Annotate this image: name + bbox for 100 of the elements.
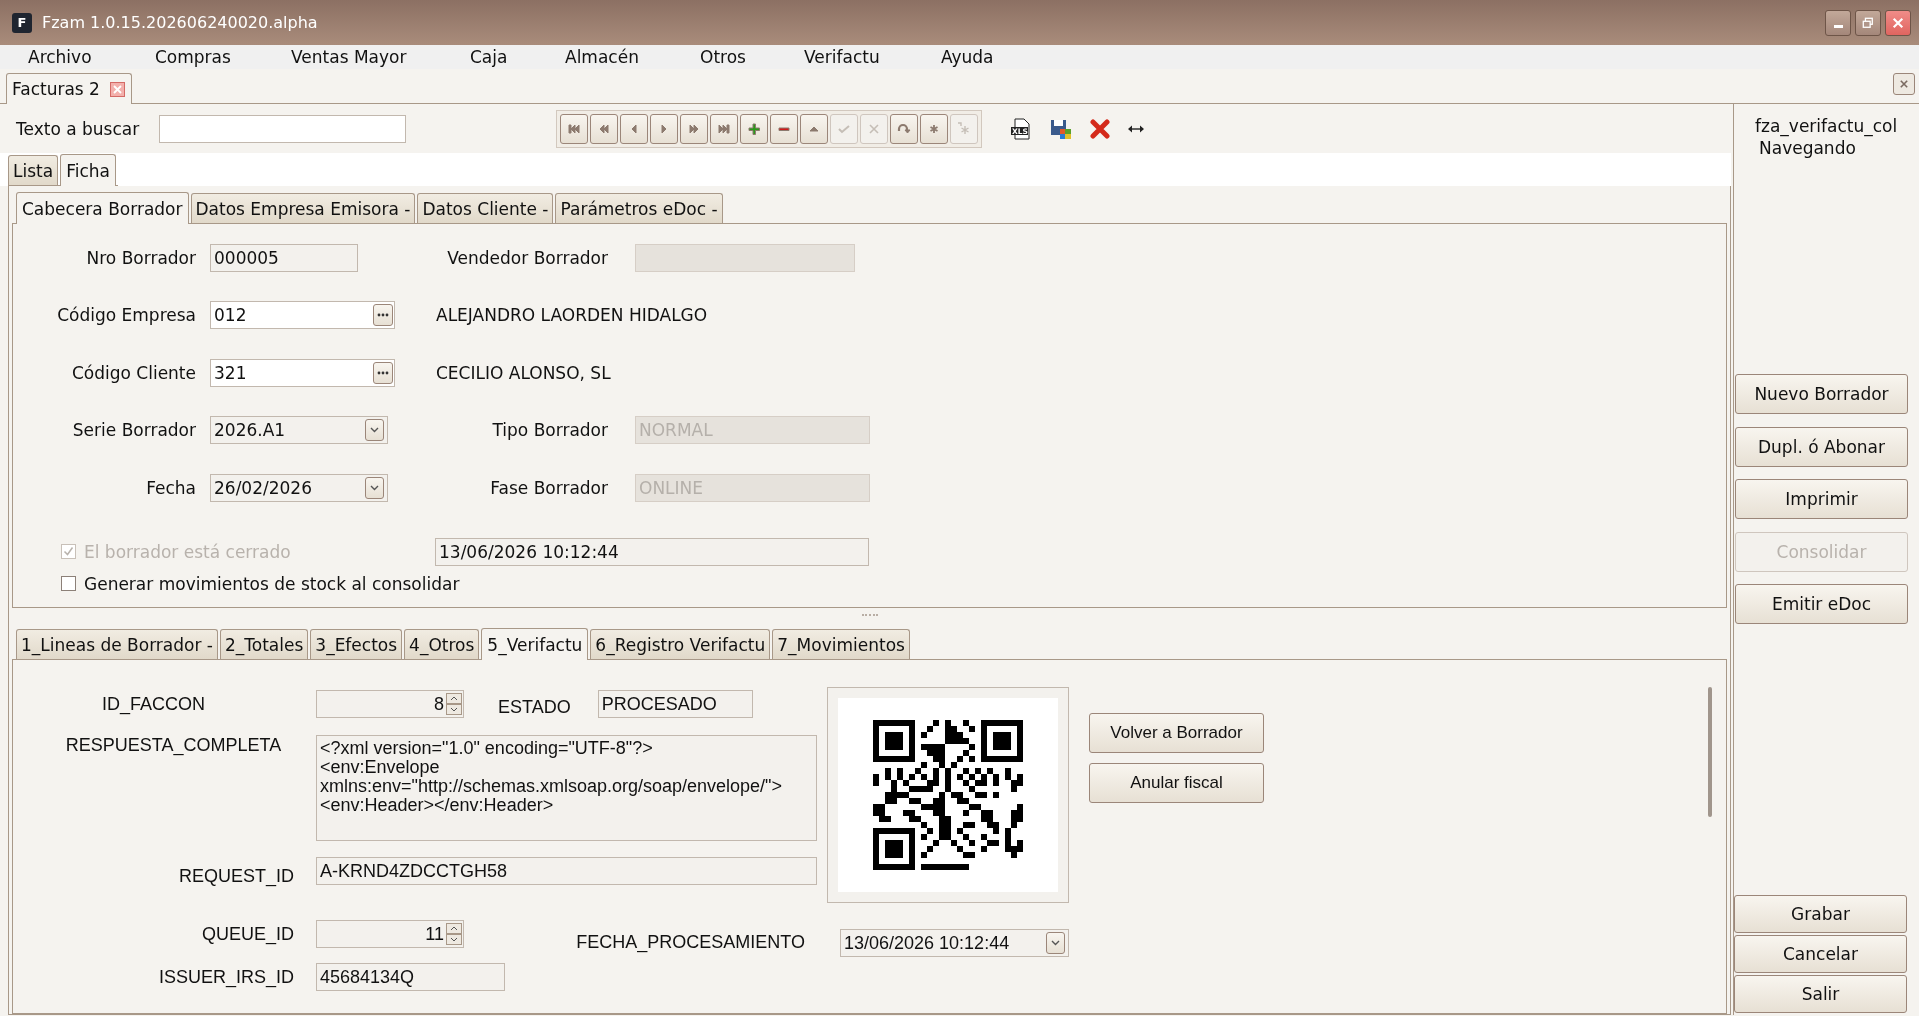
toolbar-button[interactable] (770, 113, 799, 144)
ellipsis-button[interactable] (373, 361, 393, 384)
toolbar-button[interactable] (710, 113, 739, 144)
redo-icon (897, 121, 912, 136)
field-label: Fecha (145, 477, 196, 498)
field-label: Nro Borrador (85, 247, 196, 268)
dropdown-button[interactable] (365, 419, 384, 442)
close-icon (1892, 15, 1904, 30)
input-field[interactable]: 2026.A1 (210, 416, 388, 445)
menu-item[interactable]: Almacén (565, 47, 700, 67)
caret-icon (370, 427, 379, 434)
action-button[interactable]: Anular fiscal (1089, 763, 1264, 803)
restore-button[interactable] (1855, 9, 1881, 36)
tab[interactable]: 3_Efectos (310, 629, 403, 659)
side-button[interactable]: Dupl. ó Abonar (1735, 426, 1908, 467)
tab[interactable]: Lista (8, 155, 59, 185)
tab[interactable]: 6_Registro Verifactu (590, 629, 771, 659)
delete-icon[interactable] (1090, 118, 1111, 139)
dropdown-button[interactable] (1046, 932, 1065, 954)
tab[interactable]: 4_Otros (404, 629, 480, 659)
name-text: CECILIO ALONSO, SL (436, 362, 612, 383)
menu-item[interactable]: Ayuda (941, 47, 994, 67)
dropdown-button[interactable] (365, 476, 384, 499)
response-text-area[interactable]: <?xml version="1.0" encoding="UTF-8"?> <env:Envelope xmlns:env="http://schemas.xmlsoap.org/soap/envelope/"> <env:Header></env:Header> (316, 735, 817, 841)
field-label: Serie Borrador (71, 420, 196, 441)
field-label: ISSUER_IRS_ID (157, 966, 294, 988)
checkbox-label: Generar movimientos de stock al consolidar (84, 573, 460, 594)
footer-button[interactable]: Grabar (1734, 895, 1907, 933)
toolbar-button[interactable] (800, 113, 829, 144)
field-label: QUEUE_ID (200, 923, 294, 945)
plus-icon (747, 121, 762, 136)
document-tab[interactable]: Facturas 2 (6, 73, 132, 104)
field-label: Fase Borrador (489, 477, 608, 498)
checkmark-icon (63, 546, 74, 557)
toolbar-button[interactable] (590, 113, 619, 144)
field-label: Código Cliente (70, 362, 196, 383)
tab[interactable]: 7_Movimientos (772, 629, 910, 659)
tab[interactable]: Ficha (60, 154, 116, 186)
toolbar-button[interactable] (920, 113, 949, 144)
input-field[interactable]: 45684134Q (316, 963, 505, 991)
number-field[interactable]: 8 (316, 690, 464, 718)
checkbox-label: El borrador está cerrado (84, 541, 292, 562)
tab[interactable]: Cabecera Borrador (16, 192, 189, 224)
asterisk-icon (957, 121, 972, 136)
field-label: Vendedor Borrador (446, 247, 608, 268)
ellipsis-button[interactable] (373, 304, 393, 327)
field-label: Tipo Borrador (491, 420, 608, 441)
menu-item[interactable]: Caja (470, 47, 565, 67)
tab[interactable]: Datos Empresa Emisora - (190, 193, 416, 223)
field-label: ID_FACCON (101, 693, 206, 715)
close-icon (1900, 79, 1908, 89)
scrollbar[interactable] (1708, 687, 1712, 817)
close-icon (112, 84, 122, 94)
side-button[interactable]: Emitir eDoc (1735, 584, 1908, 624)
save-icon[interactable] (1050, 117, 1073, 140)
number-field[interactable]: 11 (316, 920, 464, 948)
input-field[interactable]: 321 (210, 358, 395, 387)
tab[interactable]: 2_Totales (219, 629, 309, 659)
field-label: REQUEST_ID (177, 864, 294, 887)
checkbox[interactable] (61, 576, 76, 591)
footer-button[interactable]: Cancelar (1734, 935, 1907, 973)
spin-button[interactable] (446, 693, 462, 715)
toolbar-button[interactable] (560, 113, 589, 144)
side-button[interactable]: Imprimir (1735, 479, 1908, 519)
input-field[interactable]: 26/02/2026 (210, 473, 388, 502)
tab[interactable]: 5_Verifactu (481, 628, 589, 660)
name-text: ALEJANDRO LAORDEN HIDALGO (436, 305, 709, 326)
minimize-button[interactable] (1825, 9, 1851, 36)
menu-item[interactable]: Ventas Mayor (291, 47, 470, 67)
down-caret-icon (446, 704, 462, 715)
close-panel-button[interactable] (1893, 73, 1915, 95)
action-button[interactable]: Volver a Borrador (1089, 713, 1264, 753)
side-button[interactable]: Nuevo Borrador (1735, 374, 1908, 414)
down-caret-icon (446, 934, 462, 945)
spin-button[interactable] (446, 923, 462, 945)
toolbar-button[interactable] (650, 113, 679, 144)
date-field[interactable]: 13/06/2026 10:12:44 (840, 929, 1069, 957)
menu-item[interactable]: Archivo (28, 47, 155, 67)
menu-item[interactable]: Verifactu (804, 47, 941, 67)
menu-item[interactable]: Otros (700, 47, 804, 67)
tab[interactable]: Parámetros eDoc - (555, 193, 723, 223)
toolbar-button[interactable] (890, 113, 919, 144)
input-field[interactable]: 012 (210, 301, 395, 330)
input-field[interactable]: 000005 (210, 243, 358, 272)
tab[interactable]: 1_Lineas de Borrador - (16, 629, 218, 659)
search-field[interactable] (159, 114, 407, 143)
menu-item[interactable]: Compras (155, 47, 291, 67)
caret-icon (1051, 940, 1060, 946)
tab[interactable]: Datos Cliente - (417, 193, 554, 223)
input-field[interactable]: A-KRND4ZDCCTGH58 (316, 857, 817, 885)
toolbar-button[interactable] (740, 113, 769, 144)
input-field[interactable]: PROCESADO (597, 690, 753, 718)
close-button[interactable] (1885, 9, 1911, 36)
footer-button[interactable]: Salir (1734, 975, 1907, 1013)
cross-icon (867, 121, 882, 136)
tab-close-button[interactable] (109, 81, 125, 97)
toolbar-button[interactable] (620, 113, 649, 144)
horizontal-arrows-icon[interactable] (1128, 123, 1145, 134)
toolbar-button[interactable] (680, 113, 709, 144)
field-label: ESTADO (498, 696, 571, 718)
